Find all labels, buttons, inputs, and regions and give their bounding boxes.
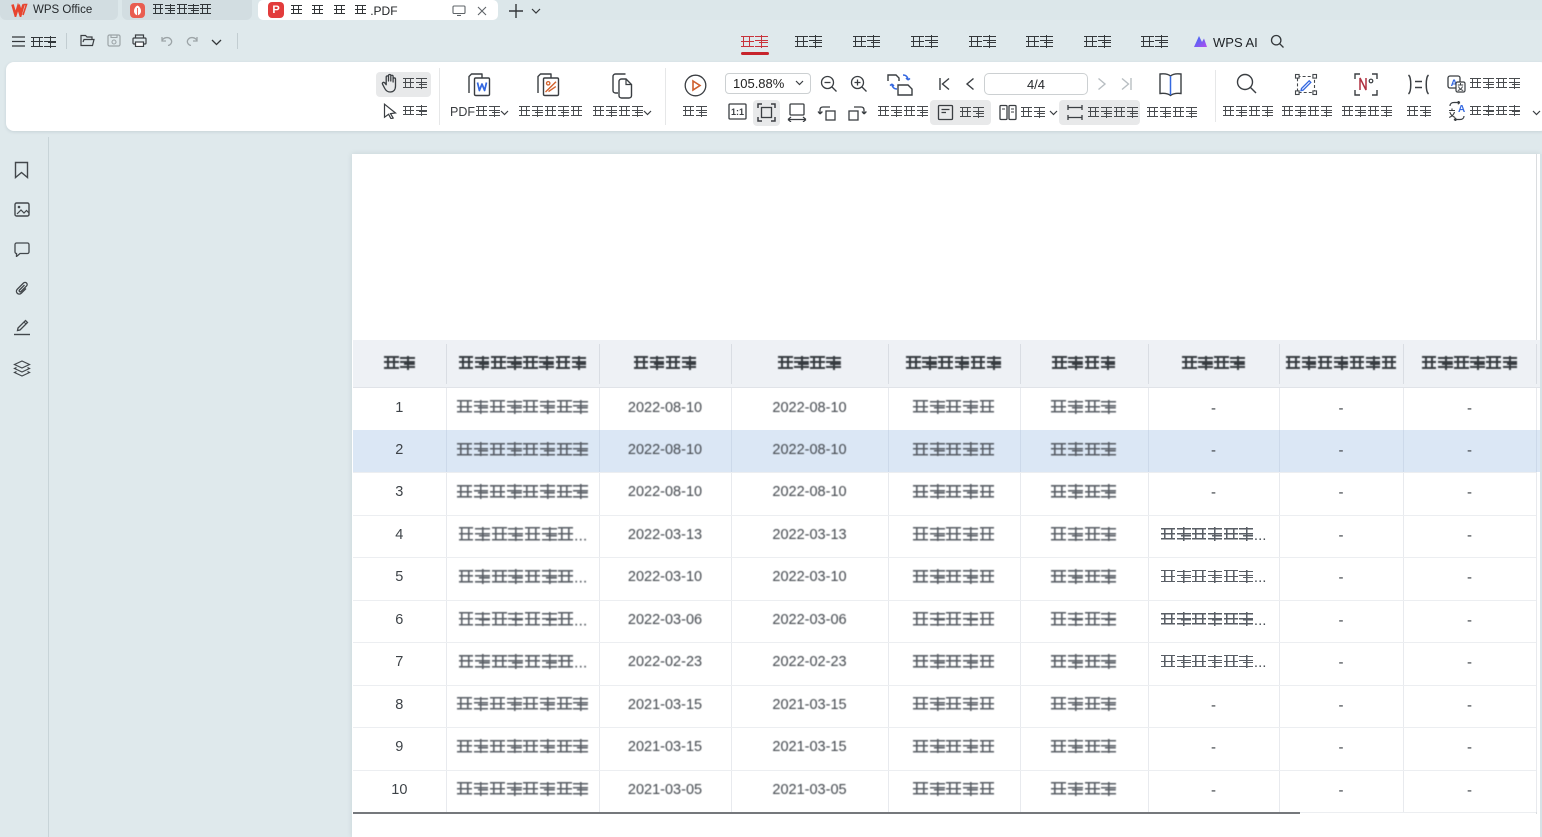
svg-text:1:1: 1:1 <box>731 107 744 117</box>
svg-text:A: A <box>1458 104 1465 115</box>
